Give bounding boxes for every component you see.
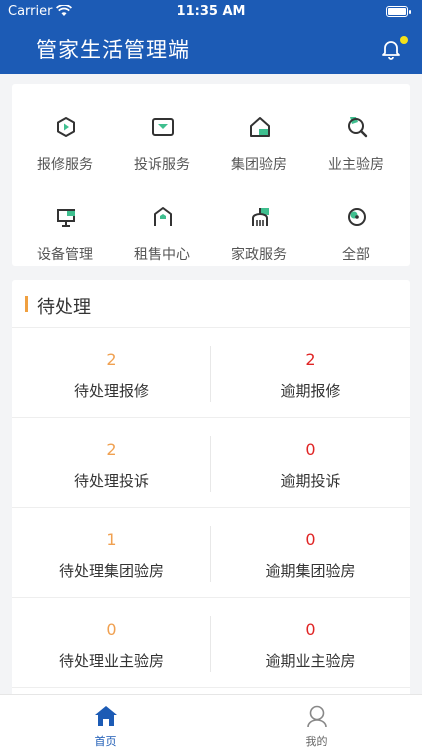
all-icon — [348, 208, 366, 226]
stat-label: 待处理业主验房 — [58, 652, 164, 670]
menu-label: 家政服务 — [231, 247, 287, 263]
status-time: 11:35 AM — [176, 4, 246, 19]
complaint-icon — [152, 118, 174, 136]
stat-row: 1 待处理集团验房 0 逾期集团验房 — [12, 508, 410, 598]
stat-overdue-group-inspection[interactable]: 0 逾期集团验房 — [211, 508, 410, 598]
housekeeping-icon — [252, 208, 269, 226]
stat-row: 2 待处理报修 2 逾期报修 — [12, 328, 410, 418]
stat-row: 0 待处理业主验房 0 逾期业主验房 — [12, 598, 410, 688]
stat-row: 2 待处理投诉 0 逾期投诉 — [12, 418, 410, 508]
stat-label: 逾期报修 — [280, 382, 341, 400]
menu-label: 设备管理 — [37, 247, 93, 263]
stat-label: 逾期业主验房 — [265, 652, 356, 670]
stat-value: 0 — [305, 620, 316, 639]
notification-badge — [400, 36, 408, 44]
stat-value: 2 — [106, 440, 117, 459]
stat-pending-owner-inspection[interactable]: 0 待处理业主验房 — [12, 598, 211, 688]
menu-item-rental[interactable]: 租售中心 — [114, 184, 210, 264]
menu-item-all[interactable]: 全部 — [308, 184, 404, 264]
stat-overdue-repair[interactable]: 2 逾期报修 — [211, 328, 410, 418]
menu-item-group-inspection[interactable]: 集团验房 — [211, 94, 307, 174]
menu-item-repair[interactable]: 报修服务 — [17, 94, 113, 174]
service-menu: 报修服务 投诉服务 集团验房 业主验房 设备管理 租售中心 家政服务 全部 — [12, 84, 410, 266]
page-title: 管家生活管理端 — [36, 38, 190, 62]
stat-overdue-owner-inspection[interactable]: 0 逾期业主验房 — [211, 598, 410, 688]
device-icon — [57, 209, 75, 227]
pending-panel: 待处理 2 待处理报修 2 逾期报修 2 待处理投诉 0 逾期投诉 1 待处理集… — [12, 280, 410, 700]
status-bar: Carrier 11:35 AM — [0, 0, 422, 24]
tab-bar: 首页 我的 — [0, 694, 422, 750]
section-accent-bar — [25, 296, 28, 312]
tab-home[interactable]: 首页 — [0, 695, 211, 750]
section-title: 待处理 — [37, 297, 91, 318]
stat-value: 2 — [305, 350, 316, 369]
owner-inspection-icon — [348, 117, 368, 138]
stat-pending-group-inspection[interactable]: 1 待处理集团验房 — [12, 508, 211, 598]
stat-value: 1 — [106, 530, 117, 549]
rental-icon — [154, 207, 172, 226]
menu-item-complaint[interactable]: 投诉服务 — [114, 94, 210, 174]
section-header: 待处理 — [12, 280, 410, 328]
menu-label: 集团验房 — [231, 157, 287, 173]
group-inspection-icon — [250, 117, 270, 137]
menu-label: 租售中心 — [134, 247, 190, 263]
stat-label: 待处理集团验房 — [58, 562, 164, 580]
app-header: Carrier 11:35 AM 管家生活管理端 — [0, 0, 422, 74]
profile-icon — [307, 705, 327, 728]
stat-label: 待处理投诉 — [73, 472, 149, 490]
stat-label: 待处理报修 — [73, 382, 149, 400]
stat-value: 2 — [106, 350, 117, 369]
menu-item-device[interactable]: 设备管理 — [17, 184, 113, 264]
stat-pending-complaint[interactable]: 2 待处理投诉 — [12, 418, 211, 508]
menu-label: 业主验房 — [328, 157, 384, 173]
stat-value: 0 — [106, 620, 117, 639]
tab-label: 首页 — [94, 735, 117, 748]
stat-pending-repair[interactable]: 2 待处理报修 — [12, 328, 211, 418]
battery-icon — [386, 6, 411, 17]
stat-value: 0 — [305, 530, 316, 549]
menu-item-housekeeping[interactable]: 家政服务 — [211, 184, 307, 264]
menu-item-owner-inspection[interactable]: 业主验房 — [308, 94, 404, 174]
repair-icon — [57, 117, 75, 137]
stat-label: 逾期集团验房 — [265, 562, 356, 580]
tab-mine[interactable]: 我的 — [211, 695, 422, 750]
menu-label: 全部 — [342, 247, 370, 263]
menu-label: 报修服务 — [37, 157, 93, 173]
menu-label: 投诉服务 — [134, 157, 190, 173]
bell-icon[interactable] — [380, 38, 402, 60]
tab-label: 我的 — [305, 735, 328, 748]
stat-overdue-complaint[interactable]: 0 逾期投诉 — [211, 418, 410, 508]
stat-label: 逾期投诉 — [280, 472, 341, 490]
home-icon — [95, 706, 117, 726]
stat-value: 0 — [305, 440, 316, 459]
